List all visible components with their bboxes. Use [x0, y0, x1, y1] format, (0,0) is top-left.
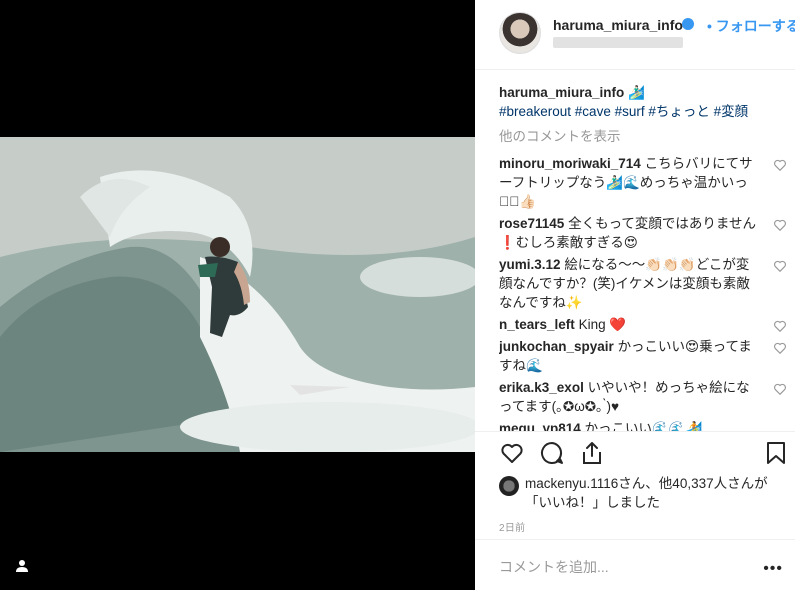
divider — [475, 431, 795, 432]
comment-item: rose71145 全くもって変顔ではありません❗むしろ素敵すぎる😍 — [499, 214, 789, 252]
likes-summary: mackenyu.1116さん、他40,337人さんが「いいね！」しました — [499, 474, 789, 512]
divider — [475, 539, 795, 540]
post-photo[interactable] — [0, 137, 475, 452]
liker-avatar[interactable] — [499, 476, 519, 496]
comment-username[interactable]: yumi.3.12 — [499, 257, 561, 272]
comment-username[interactable]: junkochan_spyair — [499, 339, 614, 354]
post-header: haruma_miura_info • フォローする — [475, 0, 795, 70]
location-link[interactable] — [553, 37, 683, 48]
surf-photo — [0, 137, 475, 452]
author-username[interactable]: haruma_miura_info — [553, 17, 683, 33]
comment-username[interactable]: megu_yp814 — [499, 421, 581, 431]
caption-emoji: 🏄🏻‍♂️ — [628, 85, 645, 100]
verified-icon — [682, 18, 694, 30]
comment-username[interactable]: n_tears_left — [499, 317, 575, 332]
heart-icon[interactable] — [773, 341, 787, 355]
heart-icon[interactable] — [773, 218, 787, 232]
author-avatar[interactable] — [499, 12, 541, 54]
comment-username[interactable]: minoru_moriwaki_714 — [499, 156, 641, 171]
user-tag-icon[interactable] — [12, 556, 32, 576]
add-comment-input[interactable]: コメントを追加... — [499, 557, 609, 577]
post-media — [0, 0, 475, 590]
view-more-comments-link[interactable]: 他のコメントを表示 — [499, 127, 789, 146]
bookmark-icon[interactable] — [763, 440, 789, 466]
heart-icon[interactable] — [773, 158, 787, 172]
comment-item: erika.k3_exol いやいや！めっちゃ絵になってます(｡✪ω✪｡ ̀)♥ — [499, 378, 789, 416]
comment-username[interactable]: rose71145 — [499, 216, 564, 231]
comment-text: かっこいい🌊🌊🏄 — [584, 421, 703, 431]
comment-item: yumi.3.12 絵になる〜〜👏🏻👏🏻👏🏻どこが変顔なんですか？(笑)イケメン… — [499, 255, 789, 312]
comment-item: minoru_moriwaki_714 こちらバリにてサーフトリップなう🏄🏻‍♂… — [499, 154, 789, 211]
comments-list[interactable]: haruma_miura_info 🏄🏻‍♂️ #breakerout #cav… — [499, 83, 789, 431]
action-bar — [499, 440, 789, 470]
comment-item: n_tears_left King ❤️ — [499, 315, 789, 334]
post-timestamp[interactable]: 2日前 — [499, 519, 525, 534]
heart-icon[interactable] — [773, 319, 787, 333]
caption-username[interactable]: haruma_miura_info — [499, 85, 624, 100]
heart-icon[interactable] — [773, 259, 787, 273]
comment-item: junkochan_spyair かっこいい😍乗ってますね🌊 — [499, 337, 789, 375]
comment-username[interactable]: erika.k3_exol — [499, 380, 584, 395]
comment-text: King ❤️ — [578, 317, 627, 332]
heart-icon[interactable] — [499, 440, 525, 466]
post-details-panel: haruma_miura_info • フォローする haruma_miura_… — [475, 0, 795, 590]
comment-icon[interactable] — [539, 440, 565, 466]
comment-item: megu_yp814 かっこいい🌊🌊🏄 — [499, 419, 789, 431]
caption-hashtags[interactable]: #breakerout #cave #surf #ちょっと #変顔 — [499, 104, 748, 119]
caption: haruma_miura_info 🏄🏻‍♂️ #breakerout #cav… — [499, 83, 789, 121]
likes-text[interactable]: mackenyu.1116さん、他40,337人さんが「いいね！」しました — [499, 474, 789, 512]
more-options-icon[interactable]: ••• — [763, 560, 783, 578]
share-icon[interactable] — [579, 440, 605, 466]
heart-icon[interactable] — [773, 382, 787, 396]
follow-button[interactable]: • フォローする — [707, 16, 795, 36]
